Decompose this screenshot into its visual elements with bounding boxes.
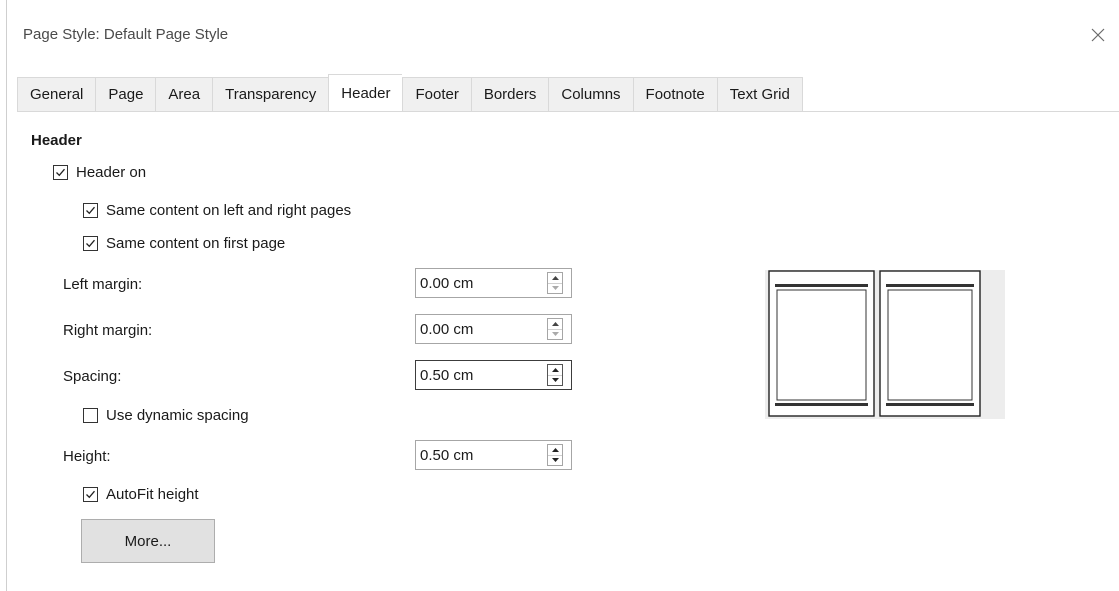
checkmark-icon (86, 239, 95, 248)
more-button[interactable]: More... (81, 519, 215, 563)
tab-borders[interactable]: Borders (470, 77, 549, 112)
arrow-down-icon (551, 332, 559, 337)
title-bar: Page Style: Default Page Style (7, 0, 1119, 72)
close-button[interactable] (1081, 18, 1115, 52)
checkbox-box (83, 408, 98, 423)
tab-bar: General Page Area Transparency Header Fo… (17, 74, 1009, 113)
checkmark-icon (56, 168, 65, 177)
decrement-button[interactable] (548, 374, 562, 386)
dynamic-spacing-label: Use dynamic spacing (106, 407, 249, 424)
checkmark-icon (86, 206, 95, 215)
height-value[interactable]: 0.50 cm (416, 447, 547, 464)
checkbox-box (83, 236, 98, 251)
spin-arrows (547, 444, 563, 466)
tab-page[interactable]: Page (95, 77, 156, 112)
right-margin-spinbox[interactable]: 0.00 cm (415, 314, 572, 344)
checkmark-icon (86, 490, 95, 499)
same-first-page-checkbox[interactable]: Same content on first page (83, 235, 285, 252)
arrow-down-icon (551, 378, 559, 383)
tab-header[interactable]: Header (328, 74, 403, 113)
header-preview (765, 270, 1005, 419)
spin-arrows (547, 318, 563, 340)
height-label: Height: (63, 448, 111, 465)
spin-arrows (547, 272, 563, 294)
header-on-label: Header on (76, 164, 147, 181)
left-margin-spinbox[interactable]: 0.00 cm (415, 268, 572, 298)
header-on-checkbox[interactable]: Header on (53, 164, 146, 181)
spacing-value[interactable]: 0.50 cm (416, 367, 547, 384)
dynamic-spacing-checkbox[interactable]: Use dynamic spacing (83, 407, 249, 424)
spacing-spinbox[interactable]: 0.50 cm (415, 360, 572, 390)
dialog-title: Page Style: Default Page Style (23, 26, 229, 43)
tab-columns[interactable]: Columns (548, 77, 633, 112)
arrow-down-icon (551, 458, 559, 463)
same-left-right-label: Same content on left and right pages (106, 202, 352, 219)
left-margin-label: Left margin: (63, 276, 143, 293)
section-title: Header (31, 132, 82, 149)
same-left-right-checkbox[interactable]: Same content on left and right pages (83, 202, 351, 219)
tab-general[interactable]: General (17, 77, 96, 112)
decrement-button[interactable] (548, 454, 562, 466)
autofit-height-label: AutoFit height (106, 486, 199, 503)
tab-text-grid[interactable]: Text Grid (716, 77, 803, 112)
tab-area[interactable]: Area (155, 77, 213, 112)
left-margin-value[interactable]: 0.00 cm (416, 275, 547, 292)
page-preview-graphic (768, 270, 981, 417)
arrow-up-icon (551, 367, 559, 372)
height-spinbox[interactable]: 0.50 cm (415, 440, 572, 470)
increment-button[interactable] (548, 445, 562, 455)
right-margin-label: Right margin: (63, 322, 153, 339)
tab-transparency[interactable]: Transparency (212, 77, 329, 112)
same-first-page-label: Same content on first page (106, 235, 286, 252)
autofit-height-checkbox[interactable]: AutoFit height (83, 486, 199, 503)
spacing-label: Spacing: (63, 368, 122, 385)
arrow-down-icon (551, 286, 559, 291)
increment-button[interactable] (548, 365, 562, 375)
page-style-dialog: Page Style: Default Page Style General P… (6, 0, 1119, 591)
arrow-up-icon (551, 447, 559, 452)
checkbox-box (83, 487, 98, 502)
header-tab-panel: Header Header on Same content on left an… (17, 111, 1119, 591)
spin-arrows (547, 364, 563, 386)
tab-footer[interactable]: Footer (402, 77, 471, 112)
decrement-button[interactable] (548, 328, 562, 340)
checkbox-box (53, 165, 68, 180)
arrow-up-icon (551, 321, 559, 326)
arrow-up-icon (551, 275, 559, 280)
right-margin-value[interactable]: 0.00 cm (416, 321, 547, 338)
close-icon (1091, 28, 1105, 42)
decrement-button[interactable] (548, 282, 562, 294)
increment-button[interactable] (548, 273, 562, 283)
increment-button[interactable] (548, 319, 562, 329)
tab-footnote[interactable]: Footnote (632, 77, 717, 112)
checkbox-box (83, 203, 98, 218)
